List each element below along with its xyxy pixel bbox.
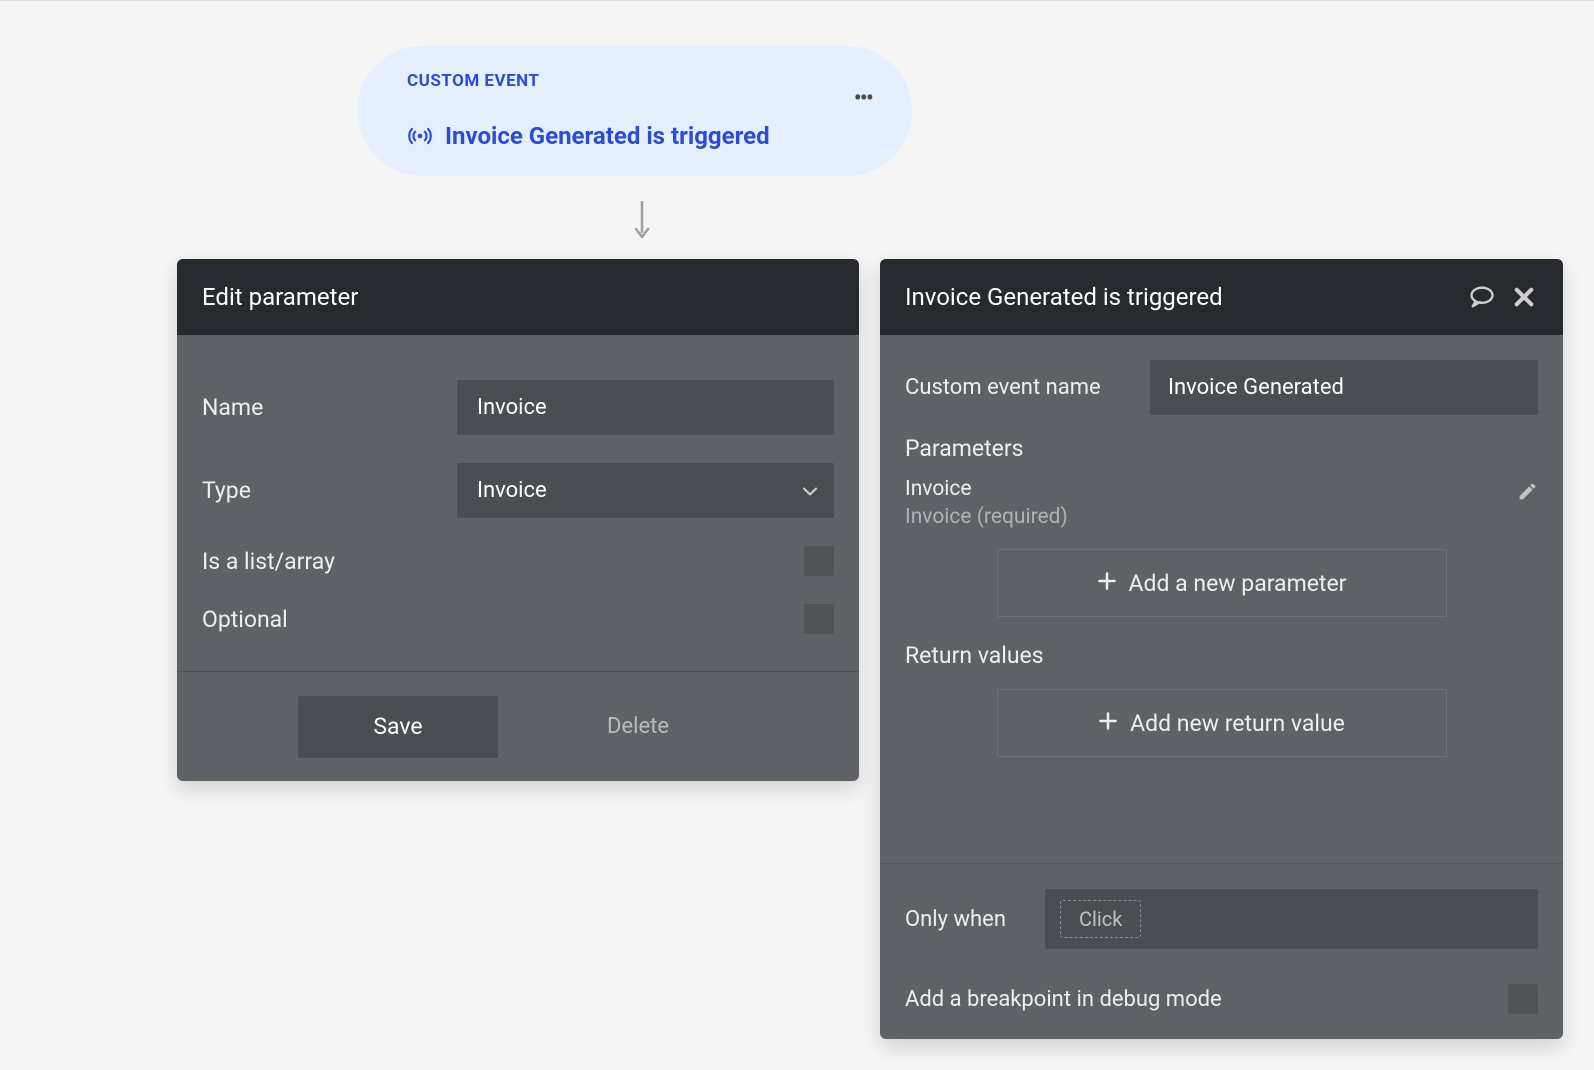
- name-label: Name: [202, 394, 457, 421]
- breakpoint-label: Add a breakpoint in debug mode: [905, 987, 1222, 1012]
- edit-parameter-title: Edit parameter: [202, 283, 358, 311]
- plus-icon: [1098, 710, 1118, 737]
- only-when-label: Only when: [905, 907, 1045, 932]
- close-icon[interactable]: [1510, 283, 1538, 311]
- broadcast-icon: [407, 123, 433, 149]
- type-label: Type: [202, 477, 457, 504]
- return-values-section-label: Return values: [905, 642, 1538, 669]
- trigger-event-panel: Invoice Generated is triggered Custom ev…: [880, 259, 1563, 1039]
- edit-parameter-panel: Edit parameter Name Type Invoice Is: [177, 259, 859, 781]
- parameter-name-input[interactable]: [457, 380, 834, 435]
- event-tag-label: CUSTOM EVENT: [407, 71, 539, 91]
- event-node-menu-icon[interactable]: •••: [854, 86, 872, 110]
- connector-arrow-icon: [632, 196, 652, 246]
- only-when-placeholder: Click: [1060, 900, 1141, 938]
- parameter-type-value: Invoice: [477, 478, 547, 503]
- parameters-section-label: Parameters: [905, 435, 1538, 462]
- trigger-panel-title: Invoice Generated is triggered: [905, 283, 1223, 311]
- save-button[interactable]: Save: [298, 696, 498, 758]
- delete-button[interactable]: Delete: [538, 696, 738, 758]
- workflow-canvas[interactable]: CUSTOM EVENT ••• Invoice Generated is tr…: [0, 1, 1594, 1070]
- breakpoint-checkbox[interactable]: [1508, 984, 1538, 1014]
- only-when-input[interactable]: Click: [1045, 889, 1538, 949]
- custom-event-name-label: Custom event name: [905, 375, 1150, 400]
- add-return-value-label: Add new return value: [1130, 710, 1345, 737]
- parameter-item: Invoice Invoice (required): [905, 477, 1538, 529]
- parameter-type-text: Invoice (required): [905, 505, 1068, 529]
- event-node[interactable]: CUSTOM EVENT ••• Invoice Generated is tr…: [357, 46, 912, 176]
- add-return-value-button[interactable]: Add new return value: [997, 689, 1447, 757]
- is-list-checkbox[interactable]: [804, 546, 834, 576]
- add-parameter-label: Add a new parameter: [1129, 570, 1347, 597]
- parameter-type-select[interactable]: Invoice: [457, 463, 834, 518]
- optional-label: Optional: [202, 606, 457, 633]
- plus-icon: [1097, 570, 1117, 597]
- optional-checkbox[interactable]: [804, 604, 834, 634]
- custom-event-name-input[interactable]: [1150, 360, 1538, 415]
- comment-icon[interactable]: [1468, 283, 1496, 311]
- parameter-name: Invoice: [905, 477, 1068, 501]
- event-node-title: Invoice Generated is triggered: [445, 122, 770, 150]
- is-list-label: Is a list/array: [202, 548, 457, 575]
- pencil-icon[interactable]: [1517, 481, 1538, 502]
- add-parameter-button[interactable]: Add a new parameter: [997, 549, 1447, 617]
